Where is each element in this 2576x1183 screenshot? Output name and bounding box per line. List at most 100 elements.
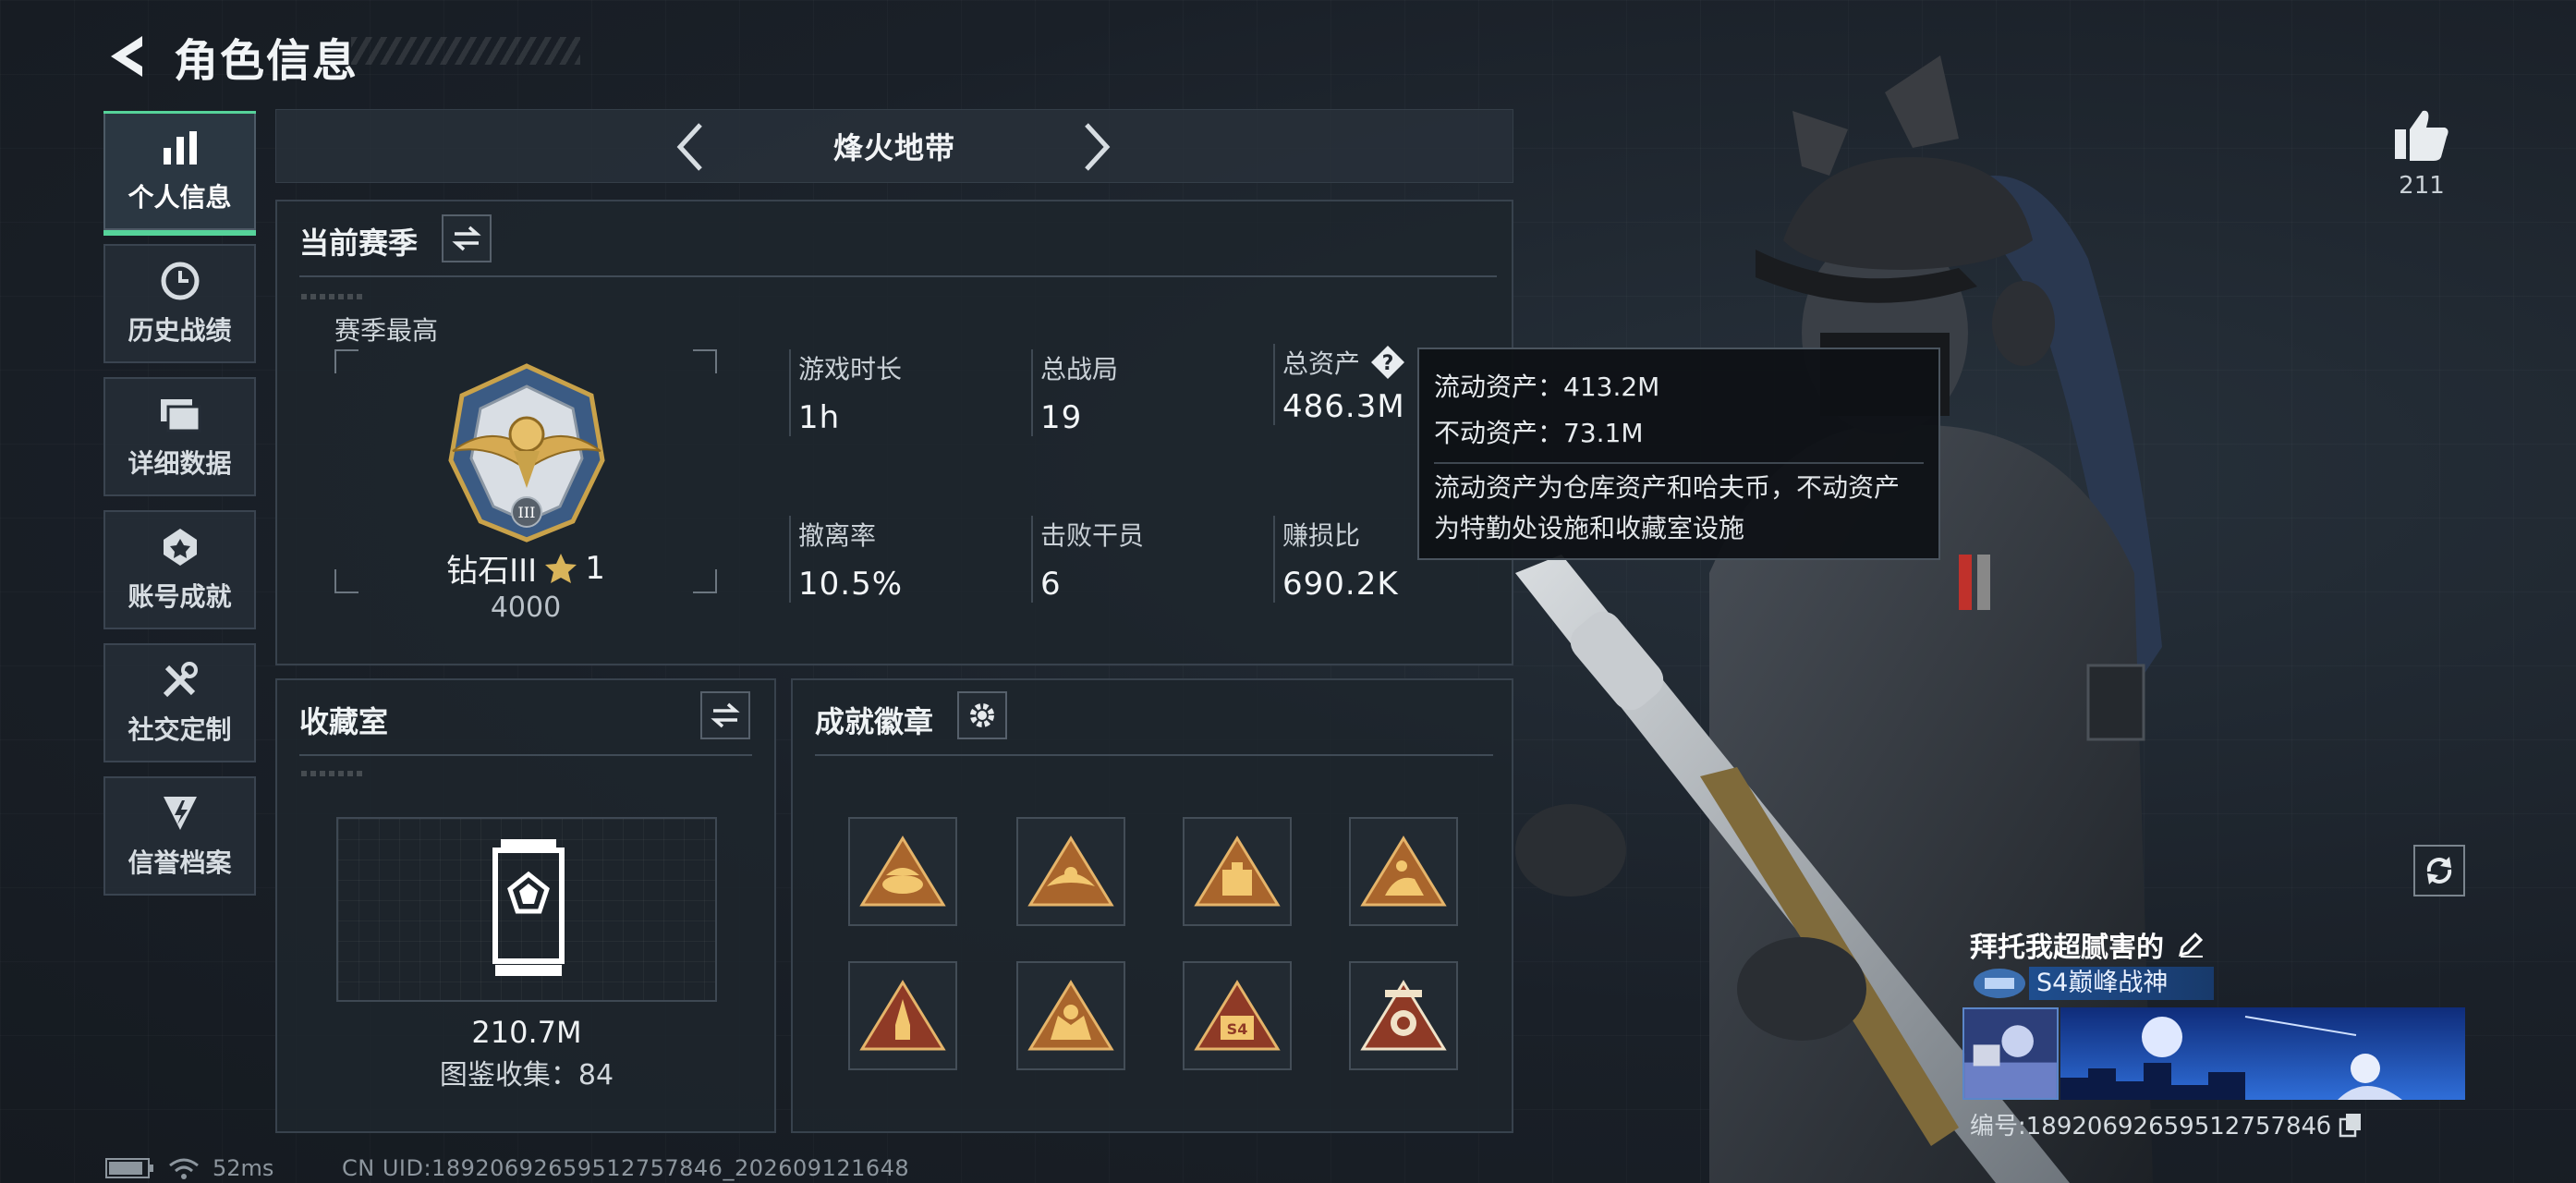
stat-label: 游戏时长 <box>798 354 903 384</box>
player-name-row: 拜托我超腻害的 <box>1970 924 2205 965</box>
svg-text:S4: S4 <box>1227 1020 1248 1038</box>
refresh-button[interactable] <box>2413 845 2465 896</box>
collection-display[interactable] <box>336 817 717 1002</box>
rank-name-row: 钻石III 1 <box>334 545 717 591</box>
stat-label: 总战局 <box>1040 354 1119 384</box>
badge-eagle[interactable] <box>1016 817 1125 926</box>
tools-icon <box>157 660 203 701</box>
badge-rider[interactable] <box>1349 817 1458 926</box>
mode-name: 烽火地带 <box>832 130 955 165</box>
battery-icon <box>105 1158 153 1178</box>
title-emblem-icon <box>1974 969 2025 998</box>
chevron-right-icon <box>1085 123 1111 171</box>
sidebar-item-history[interactable]: 历史战绩 <box>103 244 256 363</box>
badge-rocket[interactable] <box>848 961 957 1070</box>
sidebar-item-label: 信誉档案 <box>128 847 232 878</box>
sidebar: 个人信息 历史战绩 详细数据 账号成就 社交定制 信誉档案 <box>103 111 256 909</box>
player-id-row: 编号:1892069265951275784б <box>1970 1107 2363 1141</box>
sidebar-item-personal-info[interactable]: 个人信息 <box>103 111 256 236</box>
star-icon <box>545 553 577 583</box>
back-button[interactable] <box>103 30 150 83</box>
clock-icon <box>157 261 203 301</box>
sidebar-item-reputation[interactable]: 信誉档案 <box>103 776 256 896</box>
rank-points: 4000 <box>490 592 562 624</box>
medal-icon <box>157 527 203 567</box>
collection-count: 图鉴收集：84 <box>439 1059 614 1092</box>
stat-label: 总资产 ? <box>1282 344 1406 381</box>
stat-extract-rate: 撤离率 10.5% <box>789 516 903 603</box>
stat-play-time: 游戏时长 1h <box>789 349 902 436</box>
stat-value: 690.2K <box>1282 566 1399 603</box>
stat-value: 19 <box>1040 399 1083 436</box>
assets-tooltip: 流动资产：413.2M 不动资产：73.1M 流动资产为仓库资产和哈夫币，不动资… <box>1417 348 1940 560</box>
svg-text:?: ? <box>1382 352 1394 375</box>
stat-value: 10.5% <box>798 566 904 603</box>
sidebar-item-label: 社交定制 <box>128 713 232 745</box>
sidebar-item-social[interactable]: 社交定制 <box>103 643 256 762</box>
divider <box>815 754 1493 756</box>
stat-value: 486.3M <box>1282 388 1405 425</box>
back-arrow-icon <box>111 36 142 77</box>
mode-prev-button[interactable] <box>662 119 718 175</box>
svg-text:III: III <box>518 504 536 521</box>
badge-s4[interactable]: S4 <box>1183 961 1292 1070</box>
badge-beast[interactable] <box>1016 961 1125 1070</box>
thumbs-up-icon[interactable] <box>2393 107 2450 163</box>
chevron-left-icon <box>676 123 702 171</box>
copy-icon[interactable] <box>2339 1112 2363 1138</box>
header: 角色信息 <box>103 24 358 89</box>
stat-label: 撤离率 <box>798 520 877 551</box>
rank-stars: 1 <box>585 549 605 587</box>
title-plate: S4巅峰战神 <box>1970 965 2214 1002</box>
bar-chart-icon <box>157 128 203 168</box>
refresh-icon <box>2426 857 2452 884</box>
title-decoration <box>351 37 580 65</box>
collection-switch-button[interactable] <box>700 691 750 739</box>
collection-value: 210.7M <box>471 1015 582 1050</box>
stat-label: 击败干员 <box>1040 520 1145 551</box>
badge-shield[interactable] <box>1349 961 1458 1070</box>
stat-profit-ratio: 赚损比 690.2K <box>1273 516 1399 603</box>
stat-total-matches: 总战局 19 <box>1031 349 1118 436</box>
badge-crate[interactable] <box>1183 817 1292 926</box>
stat-label: 赚损比 <box>1282 520 1361 551</box>
season-best-label: 赛季最高 <box>334 315 439 346</box>
help-icon[interactable]: ? <box>1369 344 1406 381</box>
divider <box>299 275 1497 277</box>
mode-selector: 烽火地带 <box>275 109 1513 183</box>
badges-settings-button[interactable] <box>957 691 1007 739</box>
rank-display: III 钻石III 1 4000 <box>334 349 717 624</box>
edit-icon[interactable] <box>2177 931 2205 958</box>
season-panel-title: 当前赛季 <box>299 226 419 261</box>
profile-banner <box>2060 1007 2465 1100</box>
like-count: 211 <box>2399 172 2445 200</box>
mode-next-button[interactable] <box>1069 119 1124 175</box>
sidebar-item-label: 历史战绩 <box>128 314 232 346</box>
divider <box>299 754 752 756</box>
page-title: 角色信息 <box>174 35 359 87</box>
badge-bowl[interactable] <box>848 817 957 926</box>
title-plate-text: S4巅峰战神 <box>2029 967 2214 1000</box>
ping-value: 52ms <box>213 1155 274 1181</box>
stat-value: 6 <box>1040 566 1062 603</box>
badges-panel-title: 成就徽章 <box>815 704 934 739</box>
sidebar-item-details[interactable]: 详细数据 <box>103 377 256 496</box>
player-id: 编号:1892069265951275784б <box>1970 1113 2332 1140</box>
avatar[interactable] <box>1962 1007 2059 1100</box>
tooltip-fixed-assets: 不动资产：73.1M <box>1434 418 1644 448</box>
swap-icon <box>452 226 481 251</box>
display-case-icon <box>492 839 565 976</box>
gear-icon <box>970 703 994 727</box>
stat-kills: 击败干员 6 <box>1031 516 1144 603</box>
stat-total-assets: 总资产 ? 486.3M <box>1273 344 1406 425</box>
shield-icon <box>157 793 203 834</box>
diamond-rank-emblem-icon: III <box>448 363 605 543</box>
sidebar-item-label: 详细数据 <box>128 447 232 479</box>
divider-marks <box>301 771 366 776</box>
status-bar: 52ms <box>105 1155 273 1181</box>
tooltip-description-2: 为特勤处设施和收藏室设施 <box>1434 513 1745 543</box>
sidebar-item-achievements[interactable]: 账号成就 <box>103 510 256 629</box>
account-uid: CN UID:18920692659512757846_202609121648 <box>342 1155 910 1181</box>
tooltip-liquid-assets: 流动资产：413.2M <box>1434 372 1660 402</box>
season-switch-button[interactable] <box>442 214 492 262</box>
